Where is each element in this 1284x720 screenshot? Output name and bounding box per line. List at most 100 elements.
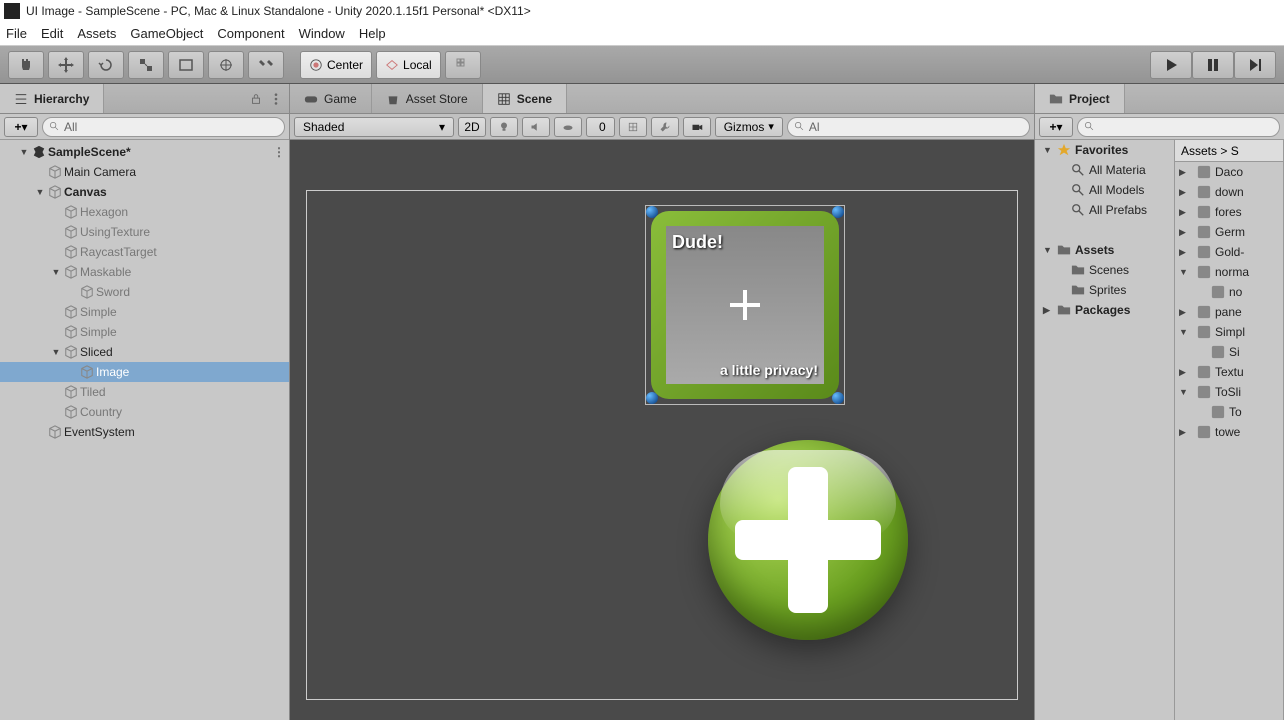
gizmos-dropdown[interactable]: Gizmos ▾: [715, 117, 783, 137]
scene-viewport[interactable]: Dude! a little privacy!: [290, 140, 1034, 720]
hierarchy-item[interactable]: Tiled: [0, 382, 289, 402]
window-title: UI Image - SampleScene - PC, Mac & Linux…: [26, 4, 531, 18]
hierarchy-tree[interactable]: ▼SampleScene*⋮Main Camera▼CanvasHexagonU…: [0, 140, 289, 720]
scene-search-input[interactable]: Al: [787, 117, 1030, 137]
hierarchy-item[interactable]: Simple: [0, 302, 289, 322]
titlebar: UI Image - SampleScene - PC, Mac & Linux…: [0, 0, 1284, 22]
project-asset-item[interactable]: ▶pane: [1175, 302, 1283, 322]
resize-handle[interactable]: [832, 392, 844, 404]
project-folder-item[interactable]: ▶Packages: [1035, 300, 1174, 320]
search-icon: [1084, 121, 1095, 132]
hierarchy-item[interactable]: Country: [0, 402, 289, 422]
project-asset-item[interactable]: ▶Daco: [1175, 162, 1283, 182]
2d-toggle-button[interactable]: 2D: [458, 117, 486, 137]
project-folder-item[interactable]: [1035, 220, 1174, 240]
snap-button[interactable]: [445, 51, 481, 79]
project-assets[interactable]: Assets > S ▶Daco▶down▶fores▶Germ▶Gold-▼n…: [1175, 140, 1284, 720]
resize-handle[interactable]: [646, 206, 658, 218]
project-folder-item[interactable]: ▼Favorites: [1035, 140, 1174, 160]
project-folder-item[interactable]: ▼Assets: [1035, 240, 1174, 260]
resize-handle[interactable]: [646, 392, 658, 404]
step-button[interactable]: [1234, 51, 1276, 79]
project-asset-item[interactable]: ▼norma: [1175, 262, 1283, 282]
menu-file[interactable]: File: [6, 26, 27, 41]
custom-tool-button[interactable]: [248, 51, 284, 79]
selected-image-frame[interactable]: Dude! a little privacy!: [645, 205, 845, 405]
move-tool-button[interactable]: [48, 51, 84, 79]
move-gizmo-icon[interactable]: [730, 290, 760, 320]
rect-tool-button[interactable]: [168, 51, 204, 79]
pause-button[interactable]: [1192, 51, 1234, 79]
hierarchy-item[interactable]: Hexagon: [0, 202, 289, 222]
shading-mode-dropdown[interactable]: Shaded▾: [294, 117, 454, 137]
scene-panel: Game Asset Store Scene Shaded▾ 2D 0 Gizm…: [290, 84, 1034, 720]
hierarchy-item[interactable]: ▼Maskable: [0, 262, 289, 282]
project-add-button[interactable]: +▾: [1039, 117, 1073, 137]
lock-icon[interactable]: [249, 92, 263, 106]
hierarchy-item[interactable]: RaycastTarget: [0, 242, 289, 262]
hierarchy-item[interactable]: Simple: [0, 322, 289, 342]
hierarchy-item[interactable]: ▼SampleScene*⋮: [0, 142, 289, 162]
rotate-tool-button[interactable]: [88, 51, 124, 79]
tab-scene[interactable]: Scene: [483, 84, 567, 113]
hierarchy-item[interactable]: Sword: [0, 282, 289, 302]
project-asset-item[interactable]: ▶fores: [1175, 202, 1283, 222]
project-folders[interactable]: ▼FavoritesAll MateriaAll ModelsAll Prefa…: [1035, 140, 1175, 720]
pivot-mode-button[interactable]: Center: [300, 51, 372, 79]
camera-icon: [691, 121, 703, 133]
project-asset-item[interactable]: ▶towe: [1175, 422, 1283, 442]
tab-asset-store[interactable]: Asset Store: [372, 84, 483, 113]
hierarchy-item[interactable]: Main Camera: [0, 162, 289, 182]
tools-button[interactable]: [651, 117, 679, 137]
pivot-rotation-button[interactable]: Local: [376, 51, 441, 79]
fx-button[interactable]: [554, 117, 582, 137]
audio-button[interactable]: [522, 117, 550, 137]
hierarchy-item[interactable]: UsingTexture: [0, 222, 289, 242]
project-folder-item[interactable]: Scenes: [1035, 260, 1174, 280]
play-button[interactable]: [1150, 51, 1192, 79]
tab-game[interactable]: Game: [290, 84, 372, 113]
hierarchy-item[interactable]: ▼Canvas: [0, 182, 289, 202]
hierarchy-item[interactable]: ▼Sliced: [0, 342, 289, 362]
menu-assets[interactable]: Assets: [77, 26, 116, 41]
project-asset-item[interactable]: ▶down: [1175, 182, 1283, 202]
project-search-input[interactable]: [1077, 117, 1280, 137]
breadcrumb[interactable]: Assets > S: [1175, 140, 1283, 162]
project-asset-item[interactable]: ▼ToSli: [1175, 382, 1283, 402]
project-asset-item[interactable]: ▶Textu: [1175, 362, 1283, 382]
tab-project[interactable]: Project: [1035, 84, 1125, 113]
transform-tool-button[interactable]: [208, 51, 244, 79]
camera-button[interactable]: [683, 117, 711, 137]
resize-handle[interactable]: [832, 206, 844, 218]
project-folder-item[interactable]: All Prefabs: [1035, 200, 1174, 220]
project-asset-item[interactable]: ▼Simpl: [1175, 322, 1283, 342]
hierarchy-item[interactable]: Image: [0, 362, 289, 382]
hierarchy-add-button[interactable]: +▾: [4, 117, 38, 137]
grid-small-icon: [627, 121, 639, 133]
project-asset-item[interactable]: To: [1175, 402, 1283, 422]
project-asset-item[interactable]: no: [1175, 282, 1283, 302]
project-folder-item[interactable]: Sprites: [1035, 280, 1174, 300]
tab-hierarchy[interactable]: Hierarchy: [0, 84, 104, 113]
scale-tool-button[interactable]: [128, 51, 164, 79]
project-folder-item[interactable]: All Materia: [1035, 160, 1174, 180]
menu-component[interactable]: Component: [217, 26, 284, 41]
menu-window[interactable]: Window: [299, 26, 345, 41]
project-asset-item[interactable]: ▶Germ: [1175, 222, 1283, 242]
hierarchy-search-input[interactable]: All: [42, 117, 285, 137]
grid-button[interactable]: [619, 117, 647, 137]
project-asset-item[interactable]: Si: [1175, 342, 1283, 362]
lighting-button[interactable]: [490, 117, 518, 137]
bulb-icon: [498, 121, 510, 133]
hierarchy-tab-label: Hierarchy: [34, 92, 89, 106]
project-asset-item[interactable]: ▶Gold-: [1175, 242, 1283, 262]
search-icon: [49, 121, 60, 132]
menu-icon[interactable]: [269, 92, 283, 106]
hidden-objects-button[interactable]: 0: [586, 117, 615, 137]
menu-gameobject[interactable]: GameObject: [130, 26, 203, 41]
menu-help[interactable]: Help: [359, 26, 386, 41]
project-folder-item[interactable]: All Models: [1035, 180, 1174, 200]
hand-tool-button[interactable]: [8, 51, 44, 79]
hierarchy-item[interactable]: EventSystem: [0, 422, 289, 442]
menu-edit[interactable]: Edit: [41, 26, 63, 41]
